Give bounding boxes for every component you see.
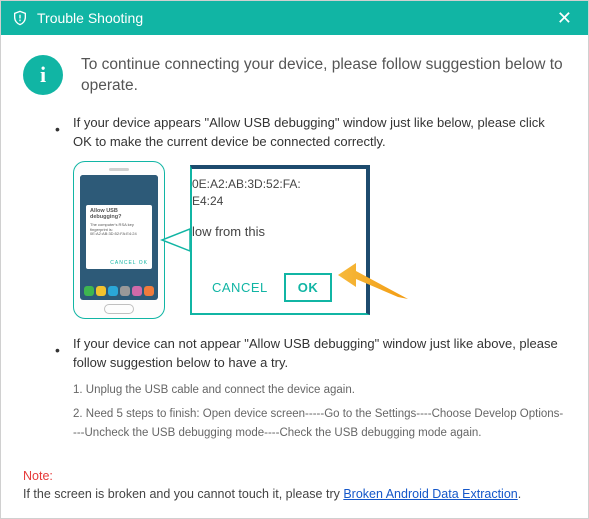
- phone-dock: [84, 286, 154, 296]
- step-1: 1. Unplug the USB cable and connect the …: [73, 381, 566, 399]
- pointer-arrow-icon: [338, 261, 408, 301]
- phone-modal: Allow USB debugging? The computer's RSA …: [86, 205, 152, 269]
- list-item: If your device can not appear "Allow USB…: [73, 334, 566, 442]
- bullet-2-text: If your device can not appear "Allow USB…: [73, 334, 566, 373]
- info-icon: i: [23, 55, 63, 95]
- close-icon[interactable]: ✕: [551, 8, 578, 29]
- phone-screen: Allow USB debugging? The computer's RSA …: [80, 175, 158, 300]
- phone-speaker: [109, 168, 129, 171]
- steps: 1. Unplug the USB cable and connect the …: [73, 381, 566, 442]
- phone-modal-title: Allow USB debugging?: [90, 208, 148, 220]
- broken-android-link[interactable]: Broken Android Data Extraction: [343, 487, 517, 501]
- cancel-button[interactable]: CANCEL: [212, 280, 268, 295]
- zoom-line-1: 0E:A2:AB:3D:52:FA:: [192, 177, 362, 191]
- phone-modal-actions: CANCEL OK: [110, 260, 148, 266]
- phone-home-button: [104, 304, 134, 314]
- content-area: i To continue connecting your device, pl…: [1, 35, 588, 467]
- step-2: 2. Need 5 steps to finish: Open device s…: [73, 405, 566, 442]
- list-item: If your device appears "Allow USB debugg…: [73, 113, 566, 320]
- footer-tail: .: [518, 487, 521, 501]
- phone-mockup: Allow USB debugging? The computer's RSA …: [73, 161, 165, 319]
- shield-icon: [11, 9, 29, 27]
- intro-text: To continue connecting your device, plea…: [81, 55, 566, 97]
- titlebar: Trouble Shooting ✕: [1, 1, 588, 35]
- zoom-line-3: low from this: [192, 224, 362, 239]
- callout-tail-icon: [160, 225, 190, 255]
- footer-text: If the screen is broken and you cannot t…: [23, 487, 343, 501]
- ok-button[interactable]: OK: [284, 273, 333, 302]
- instruction-list: If your device appears "Allow USB debugg…: [23, 113, 566, 442]
- intro-row: i To continue connecting your device, pl…: [23, 55, 566, 97]
- bullet-1-text: If your device appears "Allow USB debugg…: [73, 113, 566, 152]
- footer-note: Note: If the screen is broken and you ca…: [1, 467, 588, 519]
- illustration: Allow USB debugging? The computer's RSA …: [73, 160, 566, 320]
- phone-modal-body: The computer's RSA key fingerprint is: 0…: [90, 223, 148, 237]
- note-label: Note:: [23, 469, 53, 483]
- zoom-panel: 0E:A2:AB:3D:52:FA: E4:24 low from this C…: [190, 165, 370, 315]
- titlebar-title: Trouble Shooting: [37, 10, 143, 26]
- zoom-line-2: E4:24: [192, 194, 362, 208]
